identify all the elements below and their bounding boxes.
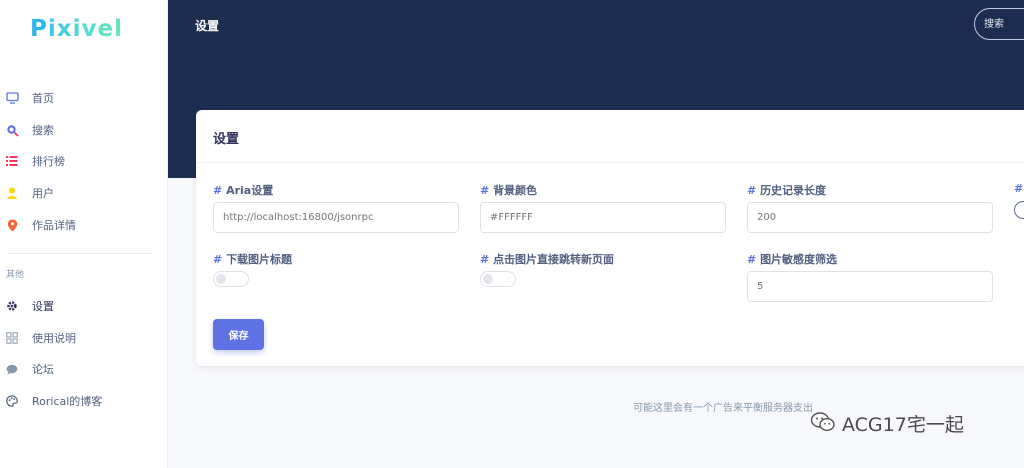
sidebar-item-label: 作品详情 (32, 219, 76, 232)
sidebar-item-label: 使用说明 (32, 332, 76, 345)
save-button[interactable]: 保存 (213, 319, 264, 350)
history-length-label: # 历史记录长度 (747, 184, 827, 197)
sidebar-item-label: 用户 (32, 187, 54, 200)
sensitivity-label: # 图片敏感度筛选 (747, 253, 838, 266)
palette-icon (5, 394, 19, 408)
bg-color-input[interactable] (480, 202, 726, 233)
download-title-label: # 下载图片标题 (213, 253, 293, 266)
sidebar-item-settings[interactable]: 设置 (0, 296, 168, 316)
sidebar-item-label: 设置 (32, 300, 54, 313)
toggle-knob (216, 274, 226, 284)
search-icon (5, 123, 19, 137)
hidden-setting-label: # (1014, 182, 1024, 195)
sidebar-item-ranking[interactable]: 排行榜 (0, 151, 168, 171)
download-title-toggle[interactable] (213, 271, 249, 287)
history-length-input[interactable] (747, 202, 993, 233)
manual-icon (5, 331, 19, 345)
monitor-icon (5, 91, 19, 105)
sidebar-item-artwork-detail[interactable]: 作品详情 (0, 215, 168, 235)
card-title: 设置 (213, 132, 240, 147)
sidebar-item-label: 排行榜 (32, 155, 65, 168)
search-input[interactable] (974, 8, 1024, 40)
settings-card: 设置 # Aria设置 # 背景颜色 # 历史记录长度 # # 下载图片标题 #… (196, 110, 1024, 366)
sidebar-item-label: 搜索 (32, 124, 54, 137)
watermark-text: ACG17宅一起 (842, 414, 964, 436)
wechat-icon (810, 411, 836, 437)
sidebar-item-home[interactable]: 首页 (0, 88, 168, 108)
app-logo[interactable]: Pixivel (30, 16, 123, 42)
sidebar: Pixivel 首页 搜索 排行榜 用户 作品详情 其他 设置 使用说明 论坛 … (0, 0, 168, 468)
open-new-page-label: # 点击图片直接跳转新页面 (480, 253, 615, 266)
chat-icon (5, 362, 19, 376)
open-new-page-toggle[interactable] (480, 271, 516, 287)
location-pin-icon (5, 218, 19, 232)
gear-icon (5, 299, 19, 313)
sidebar-item-forum[interactable]: 论坛 (0, 359, 168, 379)
toggle-knob (483, 274, 493, 284)
bg-color-label: # 背景颜色 (480, 184, 538, 197)
aria-rpc-input[interactable] (213, 202, 459, 233)
sidebar-item-label: 首页 (32, 92, 54, 105)
sidebar-item-manual[interactable]: 使用说明 (0, 328, 168, 348)
sidebar-item-user[interactable]: 用户 (0, 183, 168, 203)
list-icon (5, 154, 19, 168)
sidebar-item-search[interactable]: 搜索 (0, 120, 168, 140)
sidebar-divider (8, 253, 153, 254)
sidebar-section-label: 其他 (6, 270, 25, 280)
ad-placeholder-text: 可能这里会有一个广告来平衡服务器支出 (633, 403, 813, 414)
page-title: 设置 (195, 19, 220, 33)
card-divider (196, 162, 1024, 163)
partial-toggle[interactable] (1014, 201, 1024, 219)
aria-setting-label: # Aria设置 (213, 184, 274, 197)
sidebar-item-label: Rorical的博客 (32, 395, 103, 408)
sidebar-item-label: 论坛 (32, 363, 54, 376)
sensitivity-input[interactable] (747, 271, 993, 302)
watermark: ACG17宅一起 (810, 410, 964, 437)
sidebar-item-blog[interactable]: Rorical的博客 (0, 391, 168, 411)
user-icon (5, 186, 19, 200)
